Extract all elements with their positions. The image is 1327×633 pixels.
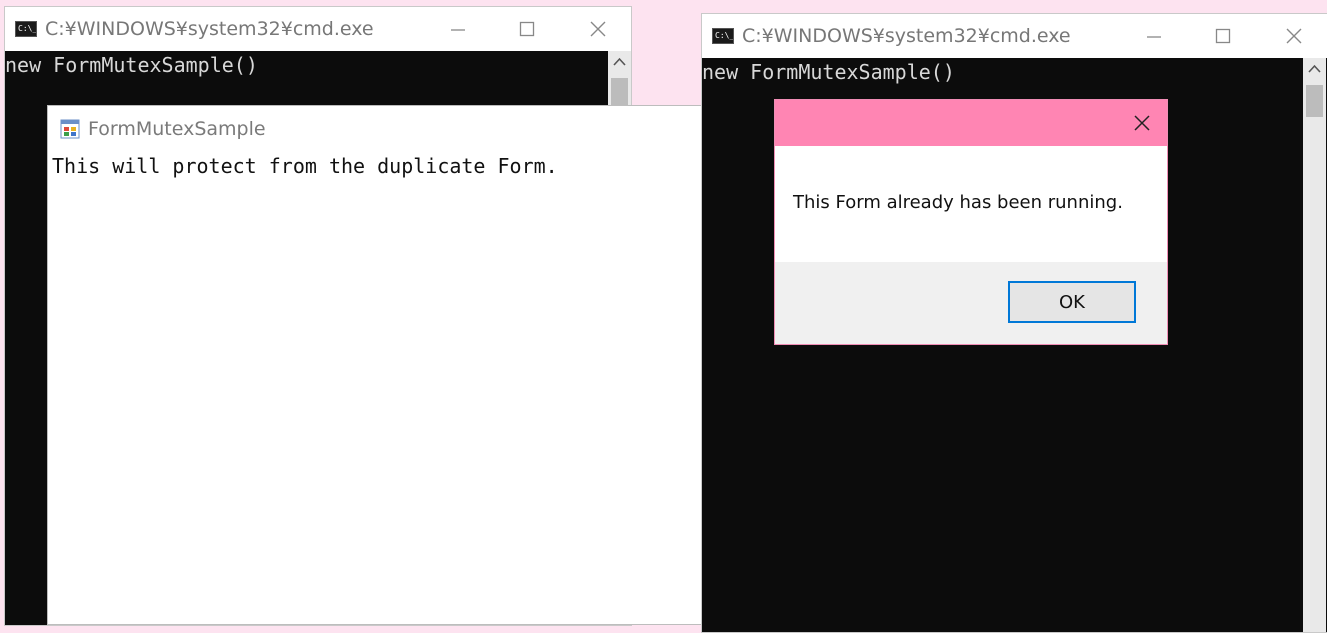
minimize-icon [1147, 36, 1161, 38]
close-icon [590, 21, 606, 37]
message-box-titlebar[interactable] [775, 100, 1167, 146]
maximize-button[interactable] [1198, 16, 1248, 56]
message-box-dialog: This Form already has been running. OK [774, 99, 1168, 345]
console-output: new FormMutexSample() [702, 60, 955, 84]
cmd-left-titlebar[interactable]: C:\_ C:¥WINDOWS¥system32¥cmd.exe [5, 7, 631, 51]
minimize-button[interactable] [433, 9, 483, 49]
scroll-up-icon [613, 57, 626, 66]
close-icon [1134, 115, 1150, 131]
form-title: FormMutexSample [88, 118, 266, 140]
close-icon [1286, 28, 1302, 44]
cmd-right-title: C:¥WINDOWS¥system32¥cmd.exe [742, 25, 1071, 47]
minimize-icon [451, 29, 465, 31]
form-app-icon [60, 119, 80, 139]
message-text: This Form already has been running. [793, 192, 1123, 213]
maximize-icon [1215, 28, 1231, 44]
scroll-up-icon [1308, 64, 1321, 73]
cmd-icon: C:\_ [15, 21, 37, 37]
dialog-close-button[interactable] [1129, 110, 1155, 136]
scrollbar-thumb[interactable] [1306, 85, 1323, 117]
vertical-scrollbar[interactable] [1303, 58, 1326, 632]
form-body-text: This will protect from the duplicate For… [52, 154, 558, 178]
form-titlebar[interactable]: FormMutexSample [48, 106, 706, 152]
maximize-button[interactable] [502, 9, 552, 49]
maximize-icon [519, 21, 535, 37]
minimize-button[interactable] [1129, 16, 1179, 56]
cmd-left-title: C:¥WINDOWS¥system32¥cmd.exe [45, 18, 374, 40]
ok-button[interactable]: OK [1008, 281, 1136, 323]
console-output: new FormMutexSample() [5, 53, 258, 77]
form-window: FormMutexSample This will protect from t… [47, 105, 707, 625]
close-button[interactable] [573, 9, 623, 49]
close-button[interactable] [1269, 16, 1319, 56]
cmd-icon: C:\_ [712, 28, 734, 44]
cmd-right-titlebar[interactable]: C:\_ C:¥WINDOWS¥system32¥cmd.exe [702, 14, 1327, 58]
